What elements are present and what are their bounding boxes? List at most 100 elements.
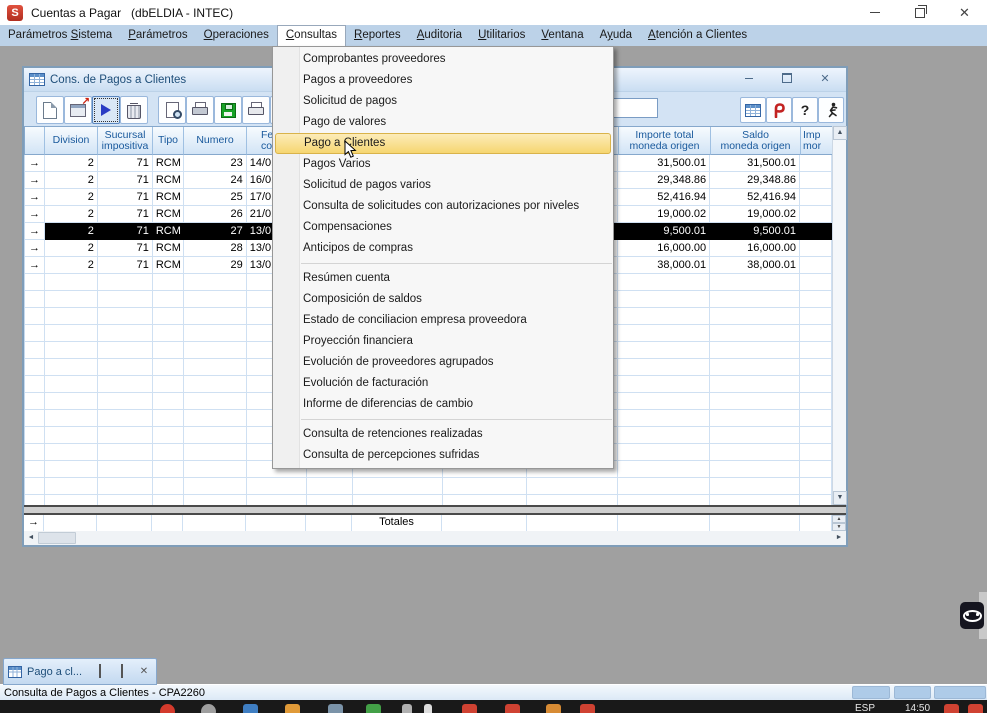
menu-item[interactable]: Solicitud de pagos varios <box>273 175 613 196</box>
menubar-item[interactable]: Parámetros <box>120 25 195 46</box>
taskbar-app-icon[interactable] <box>580 704 595 713</box>
menu-item[interactable]: Resúmen cuenta <box>273 268 613 289</box>
menu-item[interactable]: Comprobantes proveedores <box>273 49 613 70</box>
taskbar-clock[interactable]: 14:50 <box>905 703 930 713</box>
restore-button[interactable] <box>897 0 942 25</box>
help-button[interactable]: ? <box>792 97 818 123</box>
child-minimize-button[interactable] <box>742 71 756 85</box>
cell-saldo <box>710 274 800 291</box>
save-export-button[interactable] <box>214 96 242 124</box>
spin-down-icon[interactable]: ▼ <box>832 523 846 531</box>
print-secondary-button[interactable] <box>242 96 270 124</box>
menu-item[interactable]: Composición de saldos <box>273 289 613 310</box>
edit-record-button[interactable] <box>64 96 92 124</box>
menu-item[interactable]: Pago de valores <box>273 112 613 133</box>
menubar-item[interactable]: Ayuda <box>592 25 640 46</box>
taskbar-app-icon[interactable] <box>402 704 412 713</box>
menubar-item[interactable]: Auditoria <box>409 25 470 46</box>
app-dollar-icon: S <box>7 5 23 21</box>
taskbar-language[interactable]: ESP <box>855 703 875 713</box>
taskbar-app-icon[interactable] <box>505 704 520 713</box>
taskbar-app-icon[interactable] <box>944 704 959 713</box>
menu-item[interactable]: Pagos Varios <box>273 154 613 175</box>
cell-numero <box>184 359 247 376</box>
cell-importe: 29,348.86 <box>618 172 710 189</box>
print-secondary-icon <box>248 104 264 116</box>
menubar-item[interactable]: Operaciones <box>196 25 277 46</box>
cell-tipo <box>153 291 184 308</box>
delete-record-button[interactable] <box>120 96 148 124</box>
taskbar-app-icon[interactable] <box>546 704 561 713</box>
menu-item[interactable]: Consulta de solicitudes con autorizacion… <box>273 196 613 217</box>
taskbar-app-icon[interactable] <box>285 704 300 713</box>
min-close-button[interactable]: ✕ <box>138 666 150 677</box>
menu-item[interactable]: Informe de diferencias de cambio <box>273 394 613 415</box>
menu-item[interactable]: Estado de conciliacion empresa proveedor… <box>273 310 613 331</box>
menu-item[interactable]: Consulta de retenciones realizadas <box>273 424 613 445</box>
new-record-button[interactable] <box>36 96 64 124</box>
taskbar-app-icon[interactable] <box>462 704 477 713</box>
cell-imp <box>800 376 832 393</box>
cell-tipo <box>153 427 184 444</box>
child-restore-button[interactable] <box>780 71 794 85</box>
minimize-button[interactable] <box>852 0 897 25</box>
minimized-window-pago[interactable]: Pago a cl... ✕ <box>3 658 157 685</box>
exit-runner-button[interactable] <box>818 97 844 123</box>
spin-up-icon[interactable]: ▲ <box>832 515 846 523</box>
menu-item[interactable]: Compensaciones <box>273 217 613 238</box>
menu-item[interactable]: Solicitud de pagos <box>273 91 613 112</box>
hscroll-thumb[interactable] <box>38 532 76 544</box>
taskbar-app-icon[interactable] <box>160 704 175 713</box>
scroll-down-button[interactable]: ▼ <box>833 491 847 505</box>
scroll-right-button[interactable]: ► <box>832 531 846 545</box>
taskbar-app-icon[interactable] <box>243 704 258 713</box>
remote-support-icon[interactable] <box>960 602 984 629</box>
totals-spinner[interactable]: ▲ ▼ <box>832 515 846 531</box>
min-restore-button[interactable] <box>94 666 106 677</box>
menubar-item[interactable]: Reportes <box>346 25 409 46</box>
child-window-title: Cons. de Pagos a Clientes <box>50 74 186 86</box>
menu-item[interactable]: Proyección financiera <box>273 331 613 352</box>
taskbar[interactable]: ESP 14:50 <box>0 700 987 713</box>
grid-splitter[interactable] <box>24 505 846 515</box>
scroll-left-button[interactable]: ◄ <box>24 531 38 545</box>
row-arrow-icon: → <box>25 240 45 257</box>
close-button[interactable]: ✕ <box>942 0 987 25</box>
table-row[interactable] <box>25 495 832 505</box>
menubar-item[interactable]: Parámetros Sistema <box>0 25 120 46</box>
menu-item[interactable]: Anticipos de compras <box>273 238 613 259</box>
rho-filter-button[interactable] <box>766 97 792 123</box>
taskbar-app-icon[interactable] <box>424 704 432 713</box>
statusbar-panel <box>934 686 986 699</box>
cell-tipo: RCM <box>153 206 184 223</box>
menubar-item[interactable]: Ventana <box>533 25 591 46</box>
taskbar-app-icon[interactable] <box>328 704 343 713</box>
run-query-button[interactable] <box>92 96 120 124</box>
cell-saldo <box>710 495 800 505</box>
menubar-item[interactable]: Utilitarios <box>470 25 533 46</box>
table-view-button[interactable] <box>740 97 766 123</box>
menu-item[interactable]: Evolución de facturación <box>273 373 613 394</box>
child-close-button[interactable]: ✕ <box>818 71 832 85</box>
menu-item[interactable]: Consulta de percepciones sufridas <box>273 445 613 466</box>
horizontal-scrollbar[interactable]: ◄ ► <box>24 531 846 545</box>
taskbar-app-icon[interactable] <box>366 704 381 713</box>
menubar-item[interactable]: Consultas <box>277 25 346 47</box>
menu-item[interactable]: Pagos a proveedores <box>273 70 613 91</box>
cell-numero: 28 <box>184 240 247 257</box>
menu-item[interactable]: Evolución de proveedores agrupados <box>273 352 613 373</box>
min-maximize-button[interactable] <box>116 666 128 677</box>
taskbar-app-icon[interactable] <box>968 704 983 713</box>
row-arrow-icon <box>25 393 45 410</box>
column-header-sucursal: Sucursalimpositiva <box>98 127 153 155</box>
print-preview-button[interactable] <box>158 96 186 124</box>
vertical-scrollbar[interactable]: ▲ ▼ <box>832 126 846 505</box>
scroll-up-button[interactable]: ▲ <box>833 126 847 140</box>
menu-item[interactable]: Pago a Clientes <box>275 133 611 154</box>
taskbar-app-icon[interactable] <box>201 704 216 713</box>
cell-imp <box>800 291 832 308</box>
cell-numero <box>184 410 247 427</box>
menubar-item[interactable]: Atención a Clientes <box>640 25 755 46</box>
table-row[interactable] <box>25 478 832 495</box>
print-button[interactable] <box>186 96 214 124</box>
